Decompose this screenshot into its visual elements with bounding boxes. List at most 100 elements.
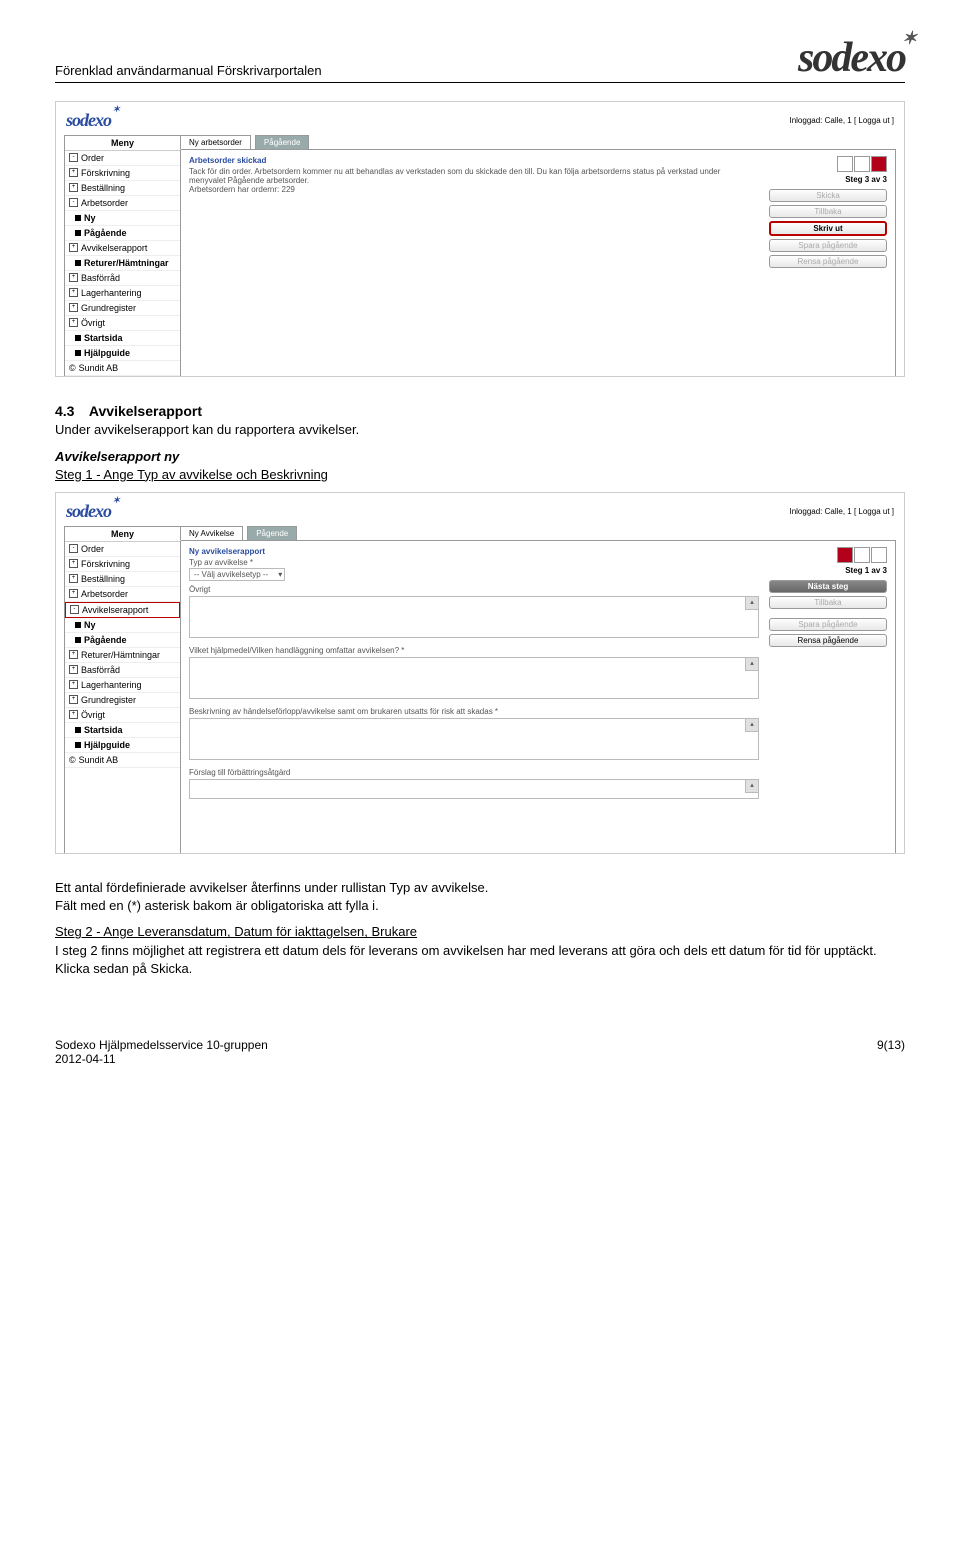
bullet-icon	[75, 335, 81, 341]
skicka-button[interactable]: Skicka	[769, 189, 887, 202]
sidebar-item[interactable]: +Lagerhantering	[65, 286, 180, 301]
step-indicator	[769, 547, 887, 563]
sidebar-item[interactable]: -Arbetsorder	[65, 196, 180, 211]
expand-icon: +	[69, 650, 78, 659]
rensa-button[interactable]: Rensa pågående	[769, 255, 887, 268]
tillbaka-button[interactable]: Tillbaka	[769, 205, 887, 218]
main-content: Ny avvikelserapport Typ av avvikelse * -…	[189, 547, 759, 847]
sidebar-item-label: Lagerhantering	[81, 680, 142, 690]
sidebar-item[interactable]: +Grundregister	[65, 693, 180, 708]
expand-icon: +	[69, 680, 78, 689]
sidebar-item[interactable]: +Beställning	[65, 181, 180, 196]
sidebar-item[interactable]: +Lagerhantering	[65, 678, 180, 693]
ovrigt-textarea[interactable]: ▴	[189, 596, 759, 638]
sidebar-item[interactable]: +Övrigt	[65, 708, 180, 723]
q1-textarea[interactable]: ▴	[189, 657, 759, 699]
sidebar-item[interactable]: Ny	[65, 618, 180, 633]
login-status: Inloggad: Calle, 1 [ Logga ut ]	[789, 116, 894, 125]
main-content: Arbetsorder skickad Tack för din order. …	[189, 156, 759, 370]
document-header-title: Förenklad användarmanual Förskrivarporta…	[55, 63, 322, 78]
sub-section: Avvikelserapport ny Steg 1 - Ange Typ av…	[55, 448, 905, 484]
spara-button[interactable]: Spara pågående	[769, 618, 887, 631]
step2-text: I steg 2 finns möjlighet att registrera …	[55, 943, 877, 976]
sidebar-item[interactable]: +Avvikelserapport	[65, 241, 180, 256]
step-indicator	[769, 156, 887, 172]
scroll-up-icon[interactable]: ▴	[745, 597, 758, 610]
step-box-1	[837, 156, 853, 172]
scroll-up-icon[interactable]: ▴	[745, 719, 758, 732]
document-footer: Sodexo Hjälpmedelsservice 10-gruppen 201…	[55, 1038, 905, 1066]
right-panel: Steg 1 av 3 Nästa steg Tillbaka Spara på…	[769, 547, 887, 847]
sidebar-item-label: Returer/Hämtningar	[81, 650, 160, 660]
sidebar-item[interactable]: ©Sundit AB	[65, 361, 180, 376]
sidebar-item[interactable]: -Order	[65, 542, 180, 557]
sidebar-item[interactable]: +Grundregister	[65, 301, 180, 316]
expand-icon: +	[69, 243, 78, 252]
sidebar-item[interactable]: Returer/Hämtningar	[65, 256, 180, 271]
sidebar-item[interactable]: ©Sundit AB	[65, 753, 180, 768]
sidebar-item[interactable]: +Beställning	[65, 572, 180, 587]
sidebar-item[interactable]: Pågående	[65, 226, 180, 241]
sidebar-item[interactable]: Ny	[65, 211, 180, 226]
sidebar-item-label: Avvikelserapport	[81, 243, 147, 253]
sidebar-item-label: Startsida	[84, 725, 123, 735]
sidebar-item[interactable]: +Returer/Hämtningar	[65, 648, 180, 663]
nasta-steg-button[interactable]: Nästa steg	[769, 580, 887, 593]
bullet-icon	[75, 742, 81, 748]
sidebar-item[interactable]: +Basförråd	[65, 271, 180, 286]
sidebar-item[interactable]: -Order	[65, 151, 180, 166]
sidebar-item[interactable]: +Övrigt	[65, 316, 180, 331]
star-icon: ✶	[902, 30, 915, 46]
scroll-up-icon[interactable]: ▴	[745, 780, 758, 793]
tab-pagaende[interactable]: Pågående	[255, 135, 309, 150]
bullet-icon	[75, 727, 81, 733]
q2-textarea[interactable]: ▴	[189, 718, 759, 760]
sidebar-item[interactable]: +Förskrivning	[65, 166, 180, 181]
skriv-ut-button[interactable]: Skriv ut	[769, 221, 887, 236]
sidebar-item[interactable]: -Avvikelserapport	[65, 602, 180, 618]
sidebar: Meny -Order+Förskrivning+Beställning-Arb…	[64, 135, 181, 376]
sidebar-item-label: Returer/Hämtningar	[84, 258, 169, 268]
expand-icon: +	[69, 710, 78, 719]
content-title: Ny avvikelserapport	[189, 547, 759, 556]
sidebar-item[interactable]: Hjälpguide	[65, 346, 180, 361]
q1-label: Vilket hjälpmedel/Vilken handläggning om…	[189, 646, 759, 655]
sidebar-item-label: Order	[81, 544, 104, 554]
section-title: Avvikelserapport	[89, 403, 202, 419]
app-logo: sodexo✶	[66, 501, 111, 522]
step2-block: Steg 2 - Ange Leveransdatum, Datum för i…	[55, 923, 905, 978]
tab-ny-avvikelse[interactable]: Ny Avvikelse	[180, 526, 243, 541]
tillbaka-button[interactable]: Tillbaka	[769, 596, 887, 609]
sidebar-item[interactable]: Hjälpguide	[65, 738, 180, 753]
sidebar-item[interactable]: +Basförråd	[65, 663, 180, 678]
sidebar-item-label: Sundit AB	[79, 363, 119, 373]
sidebar-item-label: Beställning	[81, 574, 125, 584]
sidebar-item[interactable]: Pågående	[65, 633, 180, 648]
footer-org: Sodexo Hjälpmedelsservice 10-gruppen	[55, 1038, 268, 1052]
q2-label: Beskrivning av händelseförlopp/avvikelse…	[189, 707, 759, 716]
expand-icon: +	[69, 318, 78, 327]
step-box-3	[871, 156, 887, 172]
sidebar-item-label: Hjälpguide	[84, 740, 130, 750]
step1-link: Steg 1 - Ange Typ av avvikelse och Beskr…	[55, 467, 328, 482]
rensa-button[interactable]: Rensa pågående	[769, 634, 887, 647]
spara-button[interactable]: Spara pågående	[769, 239, 887, 252]
sidebar-item[interactable]: +Förskrivning	[65, 557, 180, 572]
sidebar-item[interactable]: Startsida	[65, 331, 180, 346]
sidebar-item-label: Beställning	[81, 183, 125, 193]
sidebar-item[interactable]: +Arbetsorder	[65, 587, 180, 602]
collapse-icon: -	[69, 544, 78, 553]
copyright-icon: ©	[69, 363, 76, 373]
q3-textarea[interactable]: ▴	[189, 779, 759, 799]
scroll-up-icon[interactable]: ▴	[745, 658, 758, 671]
typ-select[interactable]: -- Välj avvikelsetyp --	[189, 568, 285, 581]
ovrigt-label: Övrigt	[189, 585, 759, 594]
star-icon: ✶	[112, 495, 119, 506]
star-icon: ✶	[112, 104, 119, 115]
sidebar-item-label: Ny	[84, 213, 96, 223]
tab-pagaende[interactable]: Pågende	[247, 526, 297, 541]
step-box-2	[854, 547, 870, 563]
sidebar-item[interactable]: Startsida	[65, 723, 180, 738]
tab-ny-arbetsorder[interactable]: Ny arbetsorder	[180, 135, 251, 150]
expand-icon: +	[69, 665, 78, 674]
